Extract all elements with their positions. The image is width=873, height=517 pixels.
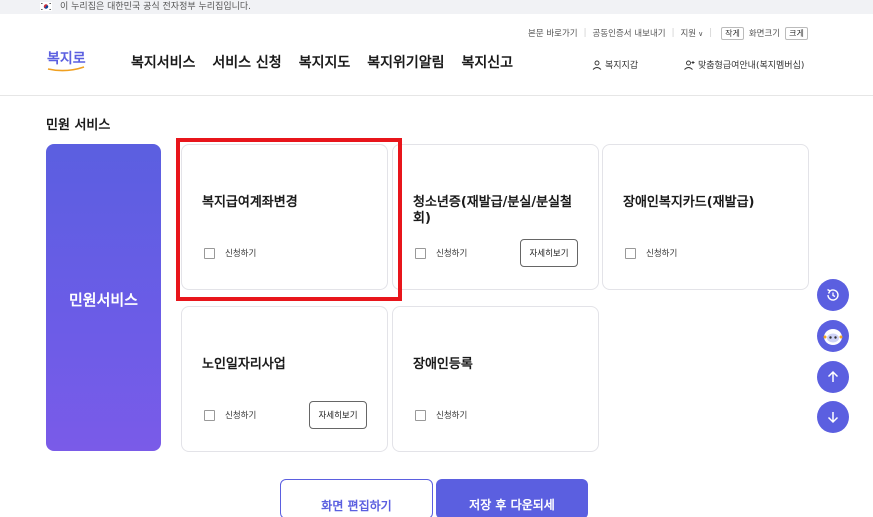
service-card-disability-registration[interactable]: 장애인등록 신청하기: [392, 306, 599, 452]
divider: |: [709, 28, 713, 38]
civil-service-side-card: 민원서비스: [46, 144, 161, 451]
recent-history-button[interactable]: [817, 279, 849, 311]
detail-button[interactable]: 자세히보기: [520, 239, 578, 267]
nav-welfare-report[interactable]: 복지신고: [462, 52, 514, 72]
skip-to-content-link[interactable]: 본문 바로가기: [528, 27, 578, 39]
user-plus-icon: [684, 60, 695, 70]
chatbot-button[interactable]: [817, 320, 849, 352]
support-menu[interactable]: 지원 ∨: [680, 27, 703, 39]
gov-banner-text: 이 누리집은 대한민국 공식 전자정부 누리집입니다.: [60, 2, 252, 12]
main-nav: 복지서비스 서비스 신청 복지지도 복지위기알림 복지신고: [131, 52, 513, 72]
apply-checkbox-row[interactable]: 신청하기: [625, 247, 677, 259]
highlight-box: [176, 138, 402, 301]
card-title: 청소년증(재발급/분실/분실철회): [413, 195, 572, 226]
card-title: 노인일자리사업: [202, 357, 286, 372]
nav-welfare-services[interactable]: 복지서비스: [131, 52, 195, 72]
divider: |: [671, 28, 675, 38]
korean-flag-icon: [40, 2, 52, 11]
card-title: 장애인등록: [413, 357, 473, 372]
checkbox[interactable]: [625, 247, 636, 259]
utility-bar: 본문 바로가기 | 공동인증서 내보내기 | 지원 ∨ | 작게 화면크기 크게: [528, 26, 811, 40]
apply-label: 신청하기: [225, 411, 257, 421]
apply-label: 신청하기: [646, 249, 678, 259]
history-icon: [827, 288, 839, 301]
arrow-down-icon: [827, 412, 839, 424]
apply-label: 신청하기: [436, 411, 468, 421]
user-icon: [592, 60, 602, 70]
scroll-top-button[interactable]: [817, 361, 849, 393]
header-divider: [0, 95, 873, 96]
card-title: 장애인복지카드(재발급): [623, 195, 755, 210]
apply-checkbox-row[interactable]: 신청하기: [204, 409, 256, 421]
apply-checkbox-row[interactable]: 신청하기: [415, 247, 467, 259]
font-small-button[interactable]: 작게: [721, 26, 744, 40]
cert-export-link[interactable]: 공동인증서 내보내기: [593, 27, 666, 39]
checkbox[interactable]: [204, 409, 215, 421]
chevron-down-icon: ∨: [698, 30, 704, 38]
nav-crisis-alert[interactable]: 복지위기알림: [367, 52, 444, 72]
section-title: 민원 서비스: [46, 118, 111, 133]
nav-service-apply[interactable]: 서비스 신청: [212, 52, 281, 72]
checkbox[interactable]: [415, 409, 426, 421]
checkbox[interactable]: [415, 247, 426, 259]
chatbot-icon: [823, 329, 843, 345]
scroll-bottom-button[interactable]: [817, 401, 849, 433]
font-large-button[interactable]: 크게: [785, 26, 808, 40]
apply-label: 신청하기: [436, 249, 468, 259]
service-card-youth-id[interactable]: 청소년증(재발급/분실/분실철회) 신청하기 자세히보기: [392, 144, 599, 290]
svg-text:복지로: 복지로: [47, 51, 86, 67]
divider: |: [583, 28, 587, 38]
bokjiro-logo[interactable]: 복지로: [46, 46, 86, 74]
service-card-senior-jobs[interactable]: 노인일자리사업 신청하기 자세히보기: [181, 306, 388, 452]
membership-link[interactable]: 맞춤형급여안내(복지멤버십): [684, 58, 804, 71]
font-size-label: 화면크기: [748, 29, 781, 39]
wallet-label: 복지지갑: [605, 61, 639, 71]
detail-button[interactable]: 자세히보기: [309, 401, 367, 429]
arrow-up-icon: [827, 370, 839, 382]
side-card-label: 민원서비스: [68, 291, 138, 309]
membership-label: 맞춤형급여안내(복지멤버십): [698, 61, 805, 71]
edit-screen-button[interactable]: 화면 편집하기: [280, 479, 433, 517]
apply-checkbox-row[interactable]: 신청하기: [415, 409, 467, 421]
wallet-link[interactable]: 복지지갑: [592, 58, 638, 71]
service-card-disability-card[interactable]: 장애인복지카드(재발급) 신청하기: [602, 144, 809, 290]
gov-banner: 이 누리집은 대한민국 공식 전자정부 누리집입니다.: [0, 0, 873, 14]
nav-welfare-map[interactable]: 복지지도: [299, 52, 351, 72]
support-label: 지원: [680, 29, 697, 39]
save-button[interactable]: 저장 후 다운되세: [436, 479, 588, 517]
